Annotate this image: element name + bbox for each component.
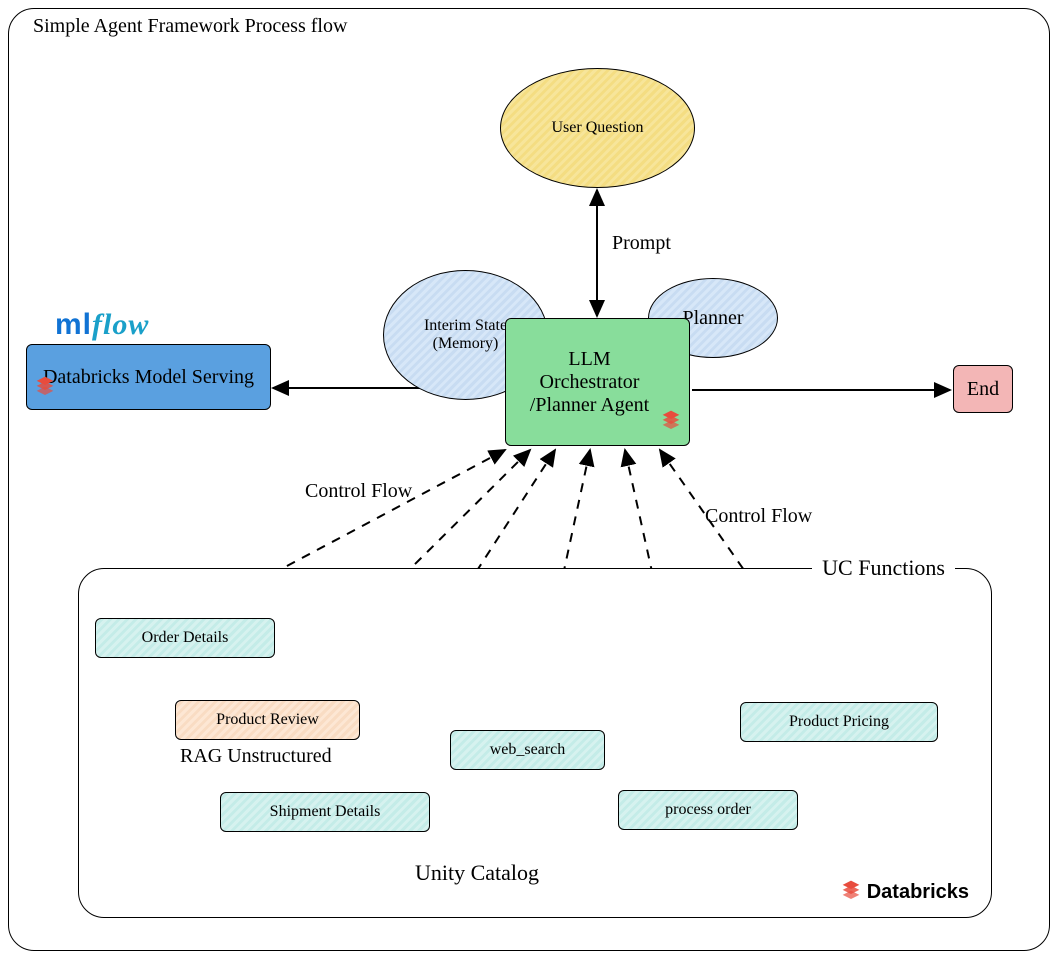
uc-fn-web-search: web_search <box>450 730 605 770</box>
databricks-cube-icon <box>35 375 55 401</box>
edge-label-prompt: Prompt <box>612 232 671 255</box>
node-end: End <box>953 365 1013 413</box>
node-model-serving: Databricks Model Serving <box>26 344 271 410</box>
uc-fn-product-review: Product Review <box>175 700 360 740</box>
diagram-canvas: { "title": "Simple Agent Framework Proce… <box>0 0 1058 959</box>
mlflow-logo: mlflow <box>55 308 149 342</box>
uc-fn-shipment-details: Shipment Details <box>220 792 430 832</box>
uc-fn-process-order: process order <box>618 790 798 830</box>
uc-functions-title: UC Functions <box>812 555 955 581</box>
uc-fn-product-pricing: Product Pricing <box>740 702 938 742</box>
unity-catalog-label: Unity Catalog <box>415 860 539 886</box>
edge-label-control-flow: Control Flow <box>705 505 812 528</box>
uc-fn-product-review-subtitle: RAG Unstructured <box>180 745 332 768</box>
databricks-cube-icon <box>841 879 861 905</box>
diagram-title: Simple Agent Framework Process flow <box>27 15 353 38</box>
databricks-cube-icon <box>661 409 681 435</box>
edge-label-control-flow: Control Flow <box>305 480 412 503</box>
databricks-brand: Databricks <box>841 879 969 905</box>
uc-fn-order-details: Order Details <box>95 618 275 658</box>
node-orchestrator: LLM Orchestrator /Planner Agent <box>505 318 690 446</box>
node-user-question: User Question <box>500 68 695 188</box>
